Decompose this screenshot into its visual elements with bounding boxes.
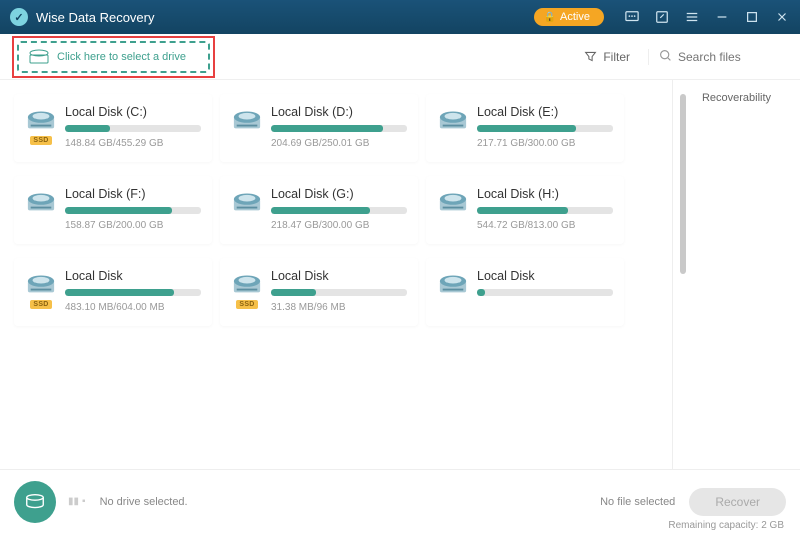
- toolbar: Click here to select a drive Filter: [0, 34, 800, 80]
- drive-card[interactable]: SSD Local Disk 31.38 MB/96 MB: [220, 258, 418, 326]
- select-drive-button[interactable]: Click here to select a drive: [17, 41, 210, 73]
- drive-name: Local Disk (E:): [477, 105, 613, 119]
- active-button[interactable]: 🔒 Active: [534, 8, 604, 26]
- remaining-capacity-label: Remaining capacity: 2 GB: [668, 520, 784, 531]
- usage-bar: [65, 207, 201, 214]
- usage-bar: [477, 125, 613, 132]
- no-drive-label: No drive selected.: [100, 496, 188, 508]
- lock-icon: 🔒: [544, 12, 556, 23]
- stop-icon[interactable]: ▪: [82, 496, 86, 507]
- hdd-icon: [438, 105, 468, 133]
- usage-bar: [65, 289, 201, 296]
- hdd-icon: [438, 269, 468, 297]
- titlebar: Wise Data Recovery 🔒 Active: [0, 0, 800, 34]
- ssd-badge: SSD: [30, 136, 51, 145]
- recover-button[interactable]: Recover: [689, 488, 786, 516]
- close-icon[interactable]: [774, 9, 790, 25]
- no-file-label: No file selected: [600, 496, 675, 508]
- hdd-icon: [232, 105, 262, 133]
- minimize-icon[interactable]: [714, 9, 730, 25]
- drive-card[interactable]: Local Disk: [426, 258, 624, 326]
- drive-card[interactable]: Local Disk (E:) 217.71 GB/300.00 GB: [426, 94, 624, 162]
- search-input[interactable]: [678, 50, 788, 64]
- drive-icon: [29, 49, 49, 65]
- filter-label: Filter: [603, 50, 630, 64]
- drive-size: 31.38 MB/96 MB: [271, 302, 407, 313]
- select-drive-label: Click here to select a drive: [57, 51, 186, 63]
- drive-size: 148.84 GB/455.29 GB: [65, 138, 201, 149]
- drive-card[interactable]: Local Disk (G:) 218.47 GB/300.00 GB: [220, 176, 418, 244]
- drive-name: Local Disk (C:): [65, 105, 201, 119]
- scan-button[interactable]: [14, 481, 56, 523]
- drive-size: 544.72 GB/813.00 GB: [477, 220, 613, 231]
- drive-size: 204.69 GB/250.01 GB: [271, 138, 407, 149]
- drive-size: 158.87 GB/200.00 GB: [65, 220, 201, 231]
- usage-bar: [271, 289, 407, 296]
- recoverability-header: Recoverability: [673, 90, 800, 106]
- app-logo-icon: [10, 8, 28, 26]
- ssd-badge: SSD: [236, 300, 257, 309]
- usage-bar: [271, 125, 407, 132]
- drive-name: Local Disk: [271, 269, 407, 283]
- drive-name: Local Disk (H:): [477, 187, 613, 201]
- usage-bar: [271, 207, 407, 214]
- drives-panel[interactable]: SSD Local Disk (C:) 148.84 GB/455.29 GB …: [0, 80, 672, 469]
- drive-name: Local Disk (D:): [271, 105, 407, 119]
- main-area: SSD Local Disk (C:) 148.84 GB/455.29 GB …: [0, 80, 800, 469]
- ssd-badge: SSD: [30, 300, 51, 309]
- drive-card[interactable]: Local Disk (D:) 204.69 GB/250.01 GB: [220, 94, 418, 162]
- hdd-icon: [438, 187, 468, 215]
- hdd-icon: [232, 269, 262, 297]
- hdd-icon: [26, 187, 56, 215]
- edit-icon[interactable]: [654, 9, 670, 25]
- drive-name: Local Disk (G:): [271, 187, 407, 201]
- usage-bar: [477, 289, 613, 296]
- hdd-icon: [26, 105, 56, 133]
- scrollbar-thumb[interactable]: [680, 94, 686, 274]
- drive-scan-icon: [24, 491, 46, 513]
- drive-name: Local Disk: [65, 269, 201, 283]
- usage-bar: [65, 125, 201, 132]
- filter-button[interactable]: Filter: [576, 46, 638, 68]
- active-label: Active: [560, 11, 590, 23]
- search-icon: [659, 49, 672, 65]
- drive-card[interactable]: Local Disk (H:) 544.72 GB/813.00 GB: [426, 176, 624, 244]
- hdd-icon: [232, 187, 262, 215]
- drive-card[interactable]: SSD Local Disk (C:) 148.84 GB/455.29 GB: [14, 94, 212, 162]
- hdd-icon: [26, 269, 56, 297]
- results-column: Recoverability: [672, 80, 800, 469]
- feedback-icon[interactable]: [624, 9, 640, 25]
- drive-card[interactable]: Local Disk (F:) 158.87 GB/200.00 GB: [14, 176, 212, 244]
- search-wrap: [648, 49, 788, 65]
- drive-size: 218.47 GB/300.00 GB: [271, 220, 407, 231]
- drive-size: 217.71 GB/300.00 GB: [477, 138, 613, 149]
- playback-controls[interactable]: ▮▮ ▪: [68, 496, 86, 507]
- menu-icon[interactable]: [684, 9, 700, 25]
- usage-bar: [477, 207, 613, 214]
- drive-name: Local Disk (F:): [65, 187, 201, 201]
- footer: ▮▮ ▪ No drive selected. No file selected…: [0, 469, 800, 533]
- drive-card[interactable]: SSD Local Disk 483.10 MB/604.00 MB: [14, 258, 212, 326]
- app-title: Wise Data Recovery: [36, 10, 154, 25]
- pause-icon[interactable]: ▮▮: [68, 496, 79, 507]
- drive-name: Local Disk: [477, 269, 613, 283]
- select-drive-highlight: Click here to select a drive: [12, 36, 215, 78]
- maximize-icon[interactable]: [744, 9, 760, 25]
- drive-size: 483.10 MB/604.00 MB: [65, 302, 201, 313]
- filter-icon: [584, 50, 597, 63]
